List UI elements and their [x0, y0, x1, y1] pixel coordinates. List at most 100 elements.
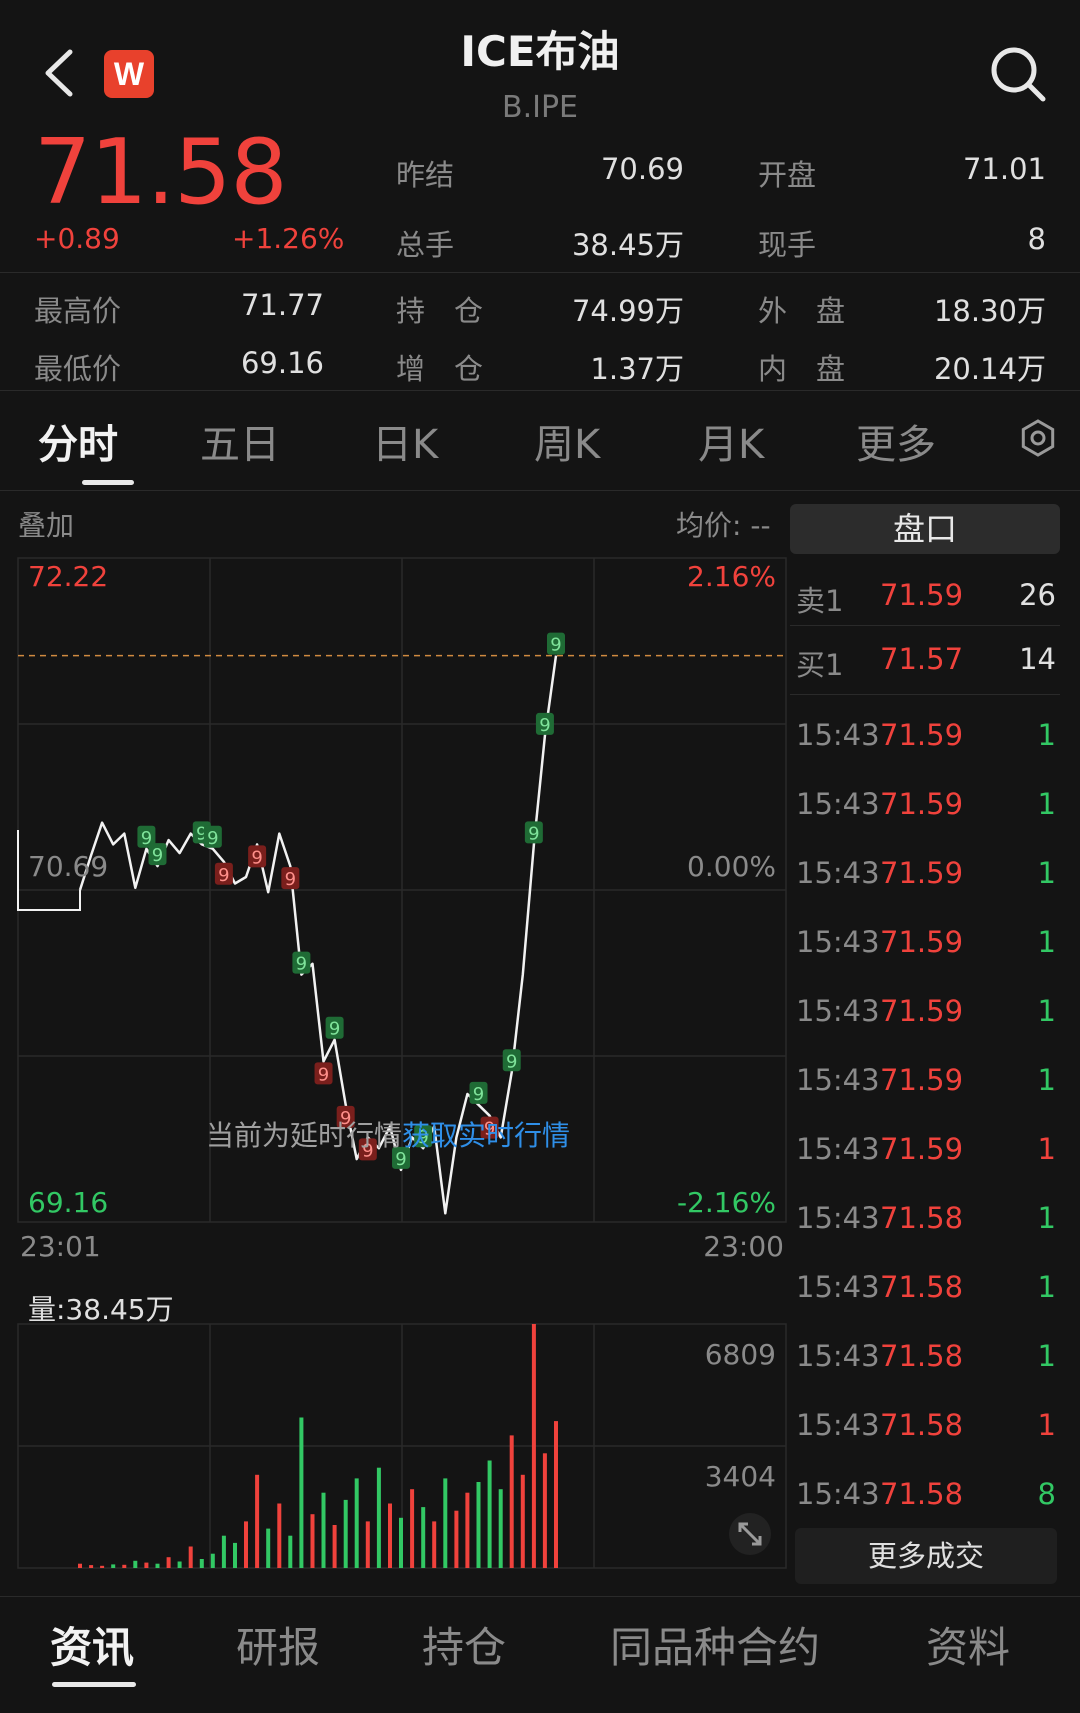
trade-volume: 1: [1037, 1132, 1056, 1166]
trade-time: 15:43: [796, 856, 880, 890]
tab-five-day[interactable]: 五日: [200, 412, 280, 470]
expand-icon[interactable]: [728, 1512, 772, 1556]
bid-price: 71.57: [880, 642, 964, 676]
volume-bar: [310, 1514, 315, 1568]
tab-monthly-k[interactable]: 月K: [698, 412, 764, 470]
realtime-quote-link[interactable]: 获取实时行情: [402, 1119, 570, 1152]
stat-value: 71.01: [962, 152, 1046, 186]
nav-news[interactable]: 资讯: [50, 1614, 134, 1675]
volume-bar: [122, 1564, 127, 1568]
active-tab-indicator: [82, 480, 134, 485]
order-book-header[interactable]: 盘口: [790, 504, 1060, 554]
settings-gear-icon[interactable]: [1018, 418, 1058, 458]
tab-weekly-k[interactable]: 周K: [534, 412, 600, 470]
stat-label: 总手: [396, 228, 455, 262]
volume-bar: [177, 1561, 182, 1568]
trade-price: 71.59: [880, 1132, 964, 1166]
volume-bar: [199, 1559, 204, 1568]
svg-text:9: 9: [550, 635, 561, 656]
nav-related-contracts[interactable]: 同品种合约: [610, 1614, 820, 1675]
trade-price: 71.59: [880, 718, 964, 752]
stat-value: 71.77: [240, 288, 324, 322]
active-nav-indicator: [52, 1682, 136, 1687]
price-axis-high: 72.22: [28, 560, 109, 593]
more-trades-button[interactable]: 更多成交: [795, 1528, 1057, 1584]
search-icon[interactable]: [988, 44, 1048, 104]
trade-time: 15:43: [796, 718, 880, 752]
tab-daily-k[interactable]: 日K: [372, 412, 438, 470]
stat-label: 内 盘: [758, 352, 846, 386]
trade-price: 71.58: [880, 1477, 964, 1511]
volume-bar: [520, 1474, 525, 1568]
volume-bar: [487, 1460, 492, 1568]
delay-notice: 当前为延时行情获取实时行情: [206, 1114, 570, 1154]
price-axis-low: 69.16: [28, 1186, 109, 1219]
signal-marker: 9: [292, 951, 311, 975]
volume-label: 量:38.45万: [28, 1293, 174, 1326]
volume-bar: [454, 1510, 459, 1568]
signal-marker: 9: [148, 843, 167, 866]
stat-value: 38.45万: [571, 228, 684, 262]
signal-marker: 9: [469, 1081, 488, 1105]
volume-bar: [410, 1489, 415, 1568]
trade-volume: 1: [1037, 925, 1056, 959]
signal-marker: 9: [547, 632, 565, 656]
nav-profile[interactable]: 资料: [926, 1614, 1010, 1675]
price-change: +0.89: [34, 222, 120, 255]
volume-axis-max: 6809: [704, 1338, 776, 1371]
stat-value: 1.37万: [590, 352, 684, 386]
volume-bar: [399, 1517, 403, 1568]
stat-label: 最高价: [34, 294, 122, 328]
tab-intraday[interactable]: 分时: [38, 412, 118, 470]
volume-bar: [221, 1535, 226, 1568]
price-axis-mid: 70.69: [28, 850, 109, 883]
trade-time: 15:43: [796, 1477, 880, 1511]
trade-price: 71.59: [880, 1063, 964, 1097]
ask-level-label: 卖1: [796, 584, 844, 618]
trade-time: 15:43: [796, 1339, 880, 1373]
volume-bar: [144, 1562, 149, 1568]
trade-price: 71.58: [880, 1339, 964, 1373]
volume-bar: [343, 1499, 348, 1568]
volume-bar: [443, 1478, 448, 1568]
tab-more[interactable]: 更多: [856, 412, 936, 470]
volume-bar: [89, 1565, 94, 1568]
trade-volume: 1: [1037, 1270, 1056, 1304]
svg-text:9: 9: [207, 828, 218, 849]
stat-value: 18.30万: [933, 294, 1046, 328]
stat-label: 最低价: [34, 352, 122, 386]
volume-bar: [354, 1478, 359, 1568]
svg-text:9: 9: [506, 1051, 517, 1072]
last-price: 71.58: [34, 120, 288, 225]
volume-bar: [465, 1492, 470, 1568]
volume-bar: [244, 1521, 248, 1568]
trade-time: 15:43: [796, 994, 880, 1028]
stat-label: 持 仓: [396, 294, 484, 328]
svg-text:9: 9: [251, 847, 262, 868]
volume-bar: [509, 1435, 514, 1568]
volume-bar: [155, 1563, 160, 1568]
volume-bar: [332, 1525, 337, 1568]
signal-marker: 9: [524, 821, 543, 844]
stat-label: 现手: [758, 228, 817, 262]
svg-text:9: 9: [473, 1084, 484, 1105]
trade-price: 71.59: [880, 925, 964, 959]
nav-positions[interactable]: 持仓: [422, 1614, 506, 1675]
volume-bar: [233, 1542, 237, 1568]
time-axis-start: 23:01: [20, 1230, 101, 1263]
volume-bar: [188, 1546, 193, 1568]
trade-volume: 1: [1037, 787, 1056, 821]
signal-marker: 9: [325, 1016, 344, 1040]
signal-marker: 9: [535, 712, 554, 736]
trade-price: 71.59: [880, 856, 964, 890]
nav-research[interactable]: 研报: [236, 1614, 320, 1675]
trade-time: 15:43: [796, 1201, 880, 1235]
bid-level-label: 买1: [796, 648, 844, 682]
signal-marker: 9: [203, 825, 222, 849]
volume-bar: [321, 1492, 326, 1568]
volume-bar: [210, 1553, 215, 1568]
time-axis-end: 23:00: [703, 1230, 784, 1263]
trade-time: 15:43: [796, 1270, 880, 1304]
signal-marker: 9: [281, 867, 300, 890]
pct-axis-mid: 0.00%: [687, 850, 776, 883]
